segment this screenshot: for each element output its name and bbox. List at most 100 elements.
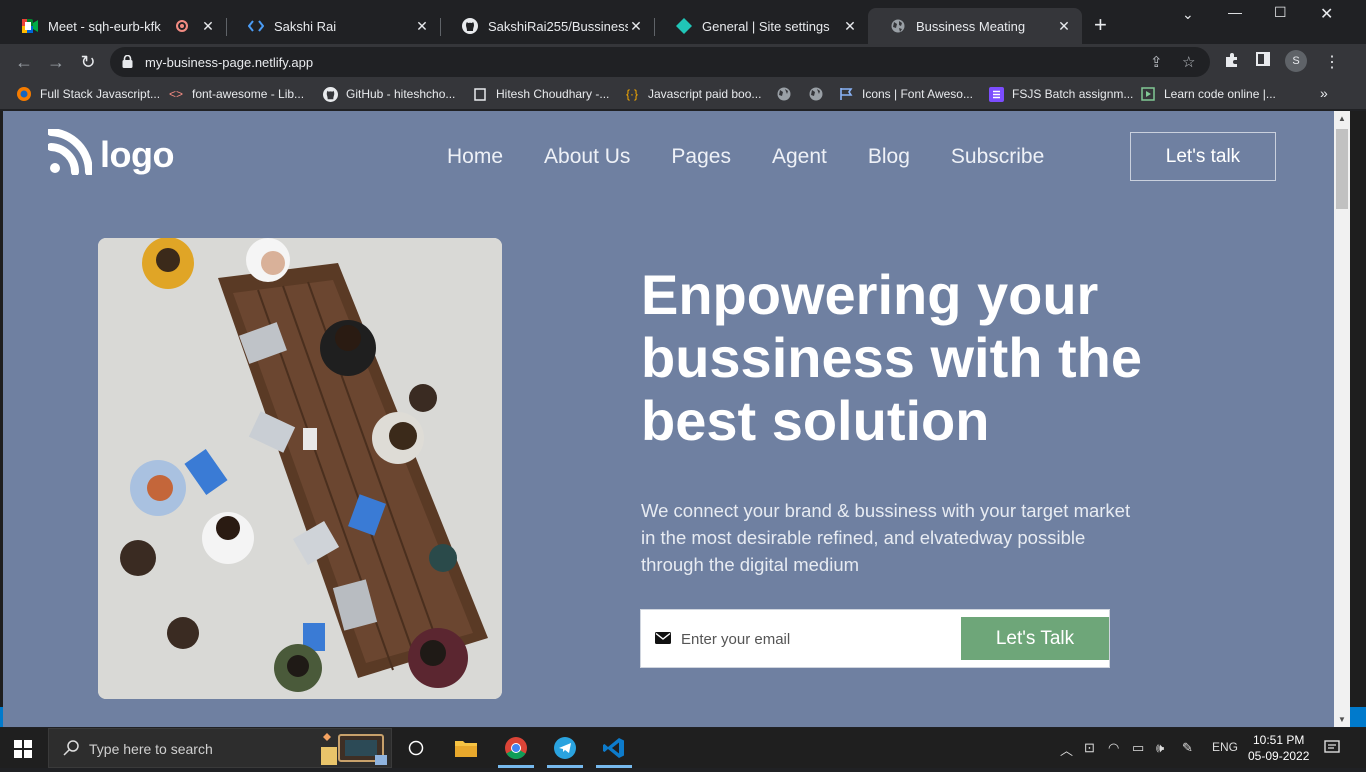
maximize-icon[interactable]: ☐ (1274, 4, 1287, 21)
more-bookmarks-icon[interactable]: » (1320, 85, 1328, 101)
rss-logo-icon (47, 128, 94, 180)
new-tab-icon[interactable]: + (1094, 14, 1107, 36)
bookmark-item[interactable]: Full Stack Javascript... (16, 86, 160, 102)
reload-icon[interactable]: ↻ (78, 52, 98, 72)
tab-bussiness-meating[interactable]: Bussiness Meating ✕ (868, 8, 1082, 44)
clock-time: 10:51 PM (1253, 733, 1305, 747)
close-tab-icon[interactable]: ✕ (842, 18, 858, 35)
hero-subtext: We connect your brand & bussiness with y… (641, 500, 1131, 575)
code-brackets-icon: <> (168, 87, 183, 101)
minimize-icon[interactable]: — (1228, 4, 1242, 20)
nav-home[interactable]: Home (447, 145, 503, 169)
search-icon (63, 740, 79, 761)
globe-icon (890, 18, 906, 34)
envelope-icon (655, 631, 671, 649)
github-icon (462, 18, 478, 34)
back-icon[interactable]: ← (14, 52, 34, 72)
bookmark-label: Full Stack Javascript... (40, 87, 161, 101)
close-window-icon[interactable]: ✕ (1320, 4, 1333, 24)
profile-avatar[interactable]: S (1285, 50, 1307, 72)
page-scrollbar[interactable]: ▲ ▼ (1334, 111, 1350, 727)
pen-icon[interactable]: ✎ (1182, 740, 1193, 756)
tab-search-icon[interactable]: ⌄ (1182, 6, 1194, 23)
bookmark-item[interactable] (808, 86, 832, 102)
bookmark-label: FSJS Batch assignm... (1012, 87, 1134, 101)
battery-icon[interactable]: ▭ (1132, 740, 1144, 756)
bookmark-item[interactable] (776, 86, 800, 102)
nav-blog[interactable]: Blog (868, 145, 910, 169)
clock-date: 05-09-2022 (1248, 749, 1310, 763)
bookmark-item[interactable]: {·} Javascript paid boo... (624, 86, 761, 102)
tab-title: SakshiRai255/Bussiness-Land (488, 18, 628, 34)
tab-title: Sakshi Rai (274, 18, 337, 34)
main-nav: Home About Us Pages Agent Blog Subscribe (447, 145, 1085, 169)
task-view-icon[interactable] (392, 728, 440, 768)
language-indicator[interactable]: ENG (1212, 740, 1238, 754)
extensions-icon[interactable] (1224, 52, 1240, 73)
scroll-down-icon[interactable]: ▼ (1338, 715, 1346, 724)
close-tab-icon[interactable]: ✕ (200, 18, 216, 35)
recording-icon (176, 20, 188, 32)
notifications-icon[interactable] (1324, 739, 1340, 758)
taskbar-clock[interactable]: 10:51 PM 05-09-2022 (1248, 732, 1309, 764)
bookmark-label: Icons | Font Aweso... (862, 87, 973, 101)
search-highlight-icon (317, 731, 389, 772)
nav-pages[interactable]: Pages (671, 145, 731, 169)
close-tab-icon[interactable]: ✕ (628, 18, 644, 35)
tab-meet[interactable]: Meet - sqh-eurb-kfk ✕ (0, 8, 226, 44)
windows-taskbar: Type here to search ︿ ⊡ ◠ ▭ 🕪 ✎ ENG 10:5… (0, 728, 1366, 768)
close-tab-icon[interactable]: ✕ (414, 18, 430, 35)
tab-sakshi-rai[interactable]: Sakshi Rai ✕ (226, 8, 440, 44)
chrome-icon[interactable] (492, 728, 540, 768)
windows-start-icon[interactable] (14, 740, 32, 763)
volume-icon[interactable]: 🕪 (1156, 740, 1164, 756)
vscode-icon[interactable] (590, 728, 638, 768)
bookmark-star-icon[interactable]: ☆ (1182, 53, 1195, 71)
play-icon (1140, 86, 1156, 102)
bookmark-item[interactable]: Hitesh Choudhary -... (472, 86, 609, 102)
nav-about-us[interactable]: About Us (544, 145, 630, 169)
scroll-up-icon[interactable]: ▲ (1338, 114, 1346, 123)
globe-icon (808, 86, 824, 102)
taskbar-search[interactable]: Type here to search (48, 728, 392, 768)
side-panel-icon[interactable] (1256, 52, 1270, 71)
telegram-icon[interactable] (541, 728, 589, 768)
flag-icon (838, 86, 854, 102)
bookmark-item[interactable]: Icons | Font Aweso... (838, 86, 973, 102)
nav-agent[interactable]: Agent (772, 145, 827, 169)
bookmark-label: Learn code online |... (1164, 87, 1276, 101)
google-meet-icon (22, 18, 38, 34)
chevron-up-icon[interactable]: ︿ (1060, 740, 1073, 759)
tab-strip: Meet - sqh-eurb-kfk ✕ Sakshi Rai ✕ Saksh… (0, 0, 1366, 44)
network-icon[interactable]: ◠ (1108, 740, 1119, 756)
bookmark-item[interactable]: GitHub - hiteshcho... (322, 86, 455, 102)
menu-kebab-icon[interactable]: ⋮ (1324, 52, 1340, 72)
page-viewport: logo Home About Us Pages Agent Blog Subs… (3, 111, 1334, 727)
browser-toolbar: ← → ↻ my-business-page.netlify.app ⇪ ☆ S… (0, 44, 1366, 80)
logo-text: logo (100, 133, 174, 175)
tab-netlify[interactable]: General | Site settings ✕ (654, 8, 868, 44)
bookmark-label: Javascript paid boo... (648, 87, 762, 101)
bookmark-label: GitHub - hiteshcho... (346, 87, 456, 101)
url-text[interactable]: my-business-page.netlify.app (145, 55, 313, 70)
bookmark-item[interactable]: <> font-awesome - Lib... (168, 86, 304, 102)
meet-now-icon[interactable]: ⊡ (1084, 740, 1095, 756)
lets-talk-submit-button[interactable]: Let's Talk (961, 617, 1109, 660)
scrollbar-thumb[interactable] (1336, 129, 1348, 209)
bookmark-item[interactable]: Learn code online |... (1140, 86, 1276, 102)
lock-icon[interactable] (122, 54, 133, 73)
share-icon[interactable]: ⇪ (1150, 53, 1163, 71)
nav-subscribe[interactable]: Subscribe (951, 145, 1044, 169)
lets-talk-button[interactable]: Let's talk (1130, 132, 1276, 181)
forward-icon[interactable]: → (46, 52, 66, 72)
email-signup-form: Let's Talk (640, 609, 1110, 668)
bookmark-item[interactable]: FSJS Batch assignm... (988, 86, 1133, 102)
address-bar[interactable]: my-business-page.netlify.app ⇪ ☆ (110, 47, 1210, 77)
braces-icon: {·} (625, 87, 638, 101)
email-input[interactable] (681, 624, 951, 654)
close-tab-icon[interactable]: ✕ (1056, 18, 1072, 35)
site-logo[interactable]: logo (47, 128, 174, 180)
file-explorer-icon[interactable] (442, 728, 490, 768)
tab-github[interactable]: SakshiRai255/Bussiness-Land ✕ (440, 8, 654, 44)
list-icon (988, 86, 1004, 102)
